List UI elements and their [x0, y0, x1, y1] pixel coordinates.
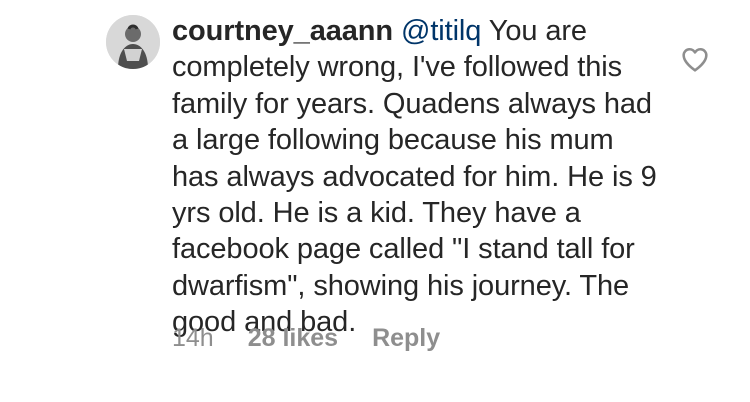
comment-likes-count[interactable]: 28 likes	[248, 324, 338, 353]
comment-text: You are completely wrong, I've followed …	[172, 15, 657, 339]
comment-meta: 14h 28 likes Reply	[172, 320, 440, 356]
profile-avatar-image	[106, 15, 160, 69]
comment-body: courtney_aaann @titilq You are completel…	[172, 13, 662, 341]
heart-outline-icon[interactable]	[678, 43, 712, 75]
comment-mention[interactable]: @titilq	[401, 15, 481, 47]
avatar[interactable]	[106, 15, 160, 69]
comment-username[interactable]: courtney_aaann	[172, 15, 393, 47]
comment-timestamp: 14h	[172, 323, 214, 352]
comment: courtney_aaann @titilq You are completel…	[0, 0, 750, 402]
reply-button[interactable]: Reply	[372, 324, 440, 353]
